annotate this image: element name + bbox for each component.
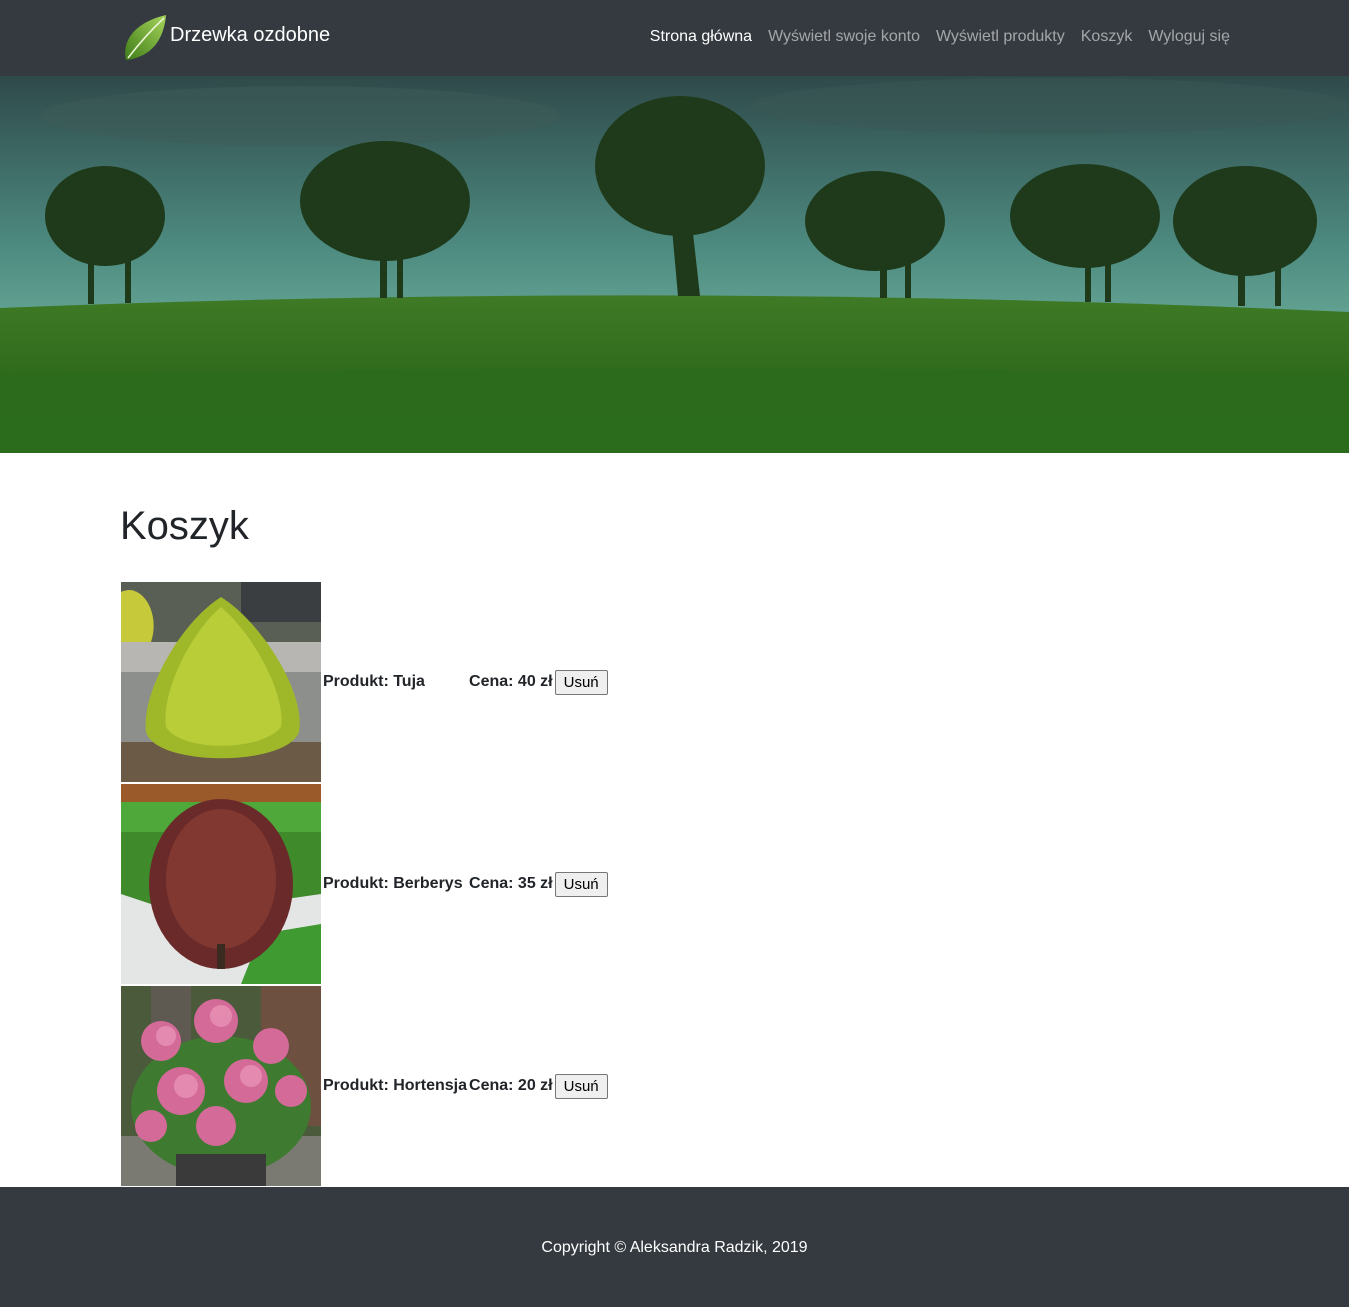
cart-item-name: Produkt: Hortensja [323,1077,468,1094]
leaf-logo-icon [125,15,166,60]
nav-link-account[interactable]: Wyświetl swoje konto [768,28,920,46]
cart-item-name: Produkt: Berberys [323,875,463,892]
brand-link[interactable]: Drzewka ozdobne [120,12,330,64]
barberry-product-image [121,784,321,984]
cart-item-price: Cena: 40 zł [469,673,553,690]
remove-item-button[interactable]: Usuń [554,871,608,897]
hydrangea-product-image [121,986,321,1186]
thuja-product-image [121,582,321,782]
nav-link-home[interactable]: Strona główna [650,28,752,46]
brand-title: Drzewka ozdobne [170,23,331,46]
footer-copyright: Copyright © Aleksandra Radzik, 2019 [541,1239,808,1256]
cart-row: Produkt: Berberys Cena: 35 zł Usuń [121,784,608,984]
footer: Copyright © Aleksandra Radzik, 2019 [0,1187,1349,1307]
cart-item-image-cell [121,784,321,984]
cart-row: Produkt: Tuja Cena: 40 zł Usuń [121,582,608,782]
cart-row: Produkt: Hortensja Cena: 20 zł Usuń [121,986,608,1186]
nav-link-cart[interactable]: Koszyk [1081,28,1133,46]
remove-item-button[interactable]: Usuń [554,1073,608,1099]
cart-table: Produkt: Tuja Cena: 40 zł Usuń Produkt: … [119,580,610,1188]
hero-landscape-image [0,76,1349,453]
nav-link-products[interactable]: Wyświetl produkty [936,28,1065,46]
cart-item-price: Cena: 20 zł [469,1077,553,1094]
cart-item-name: Produkt: Tuja [323,673,425,690]
cart-item-image-cell [121,582,321,782]
cart-item-image-cell [121,986,321,1186]
remove-item-button[interactable]: Usuń [554,669,608,695]
main-nav: Strona główna Wyświetl swoje konto Wyświ… [634,28,1230,46]
page-title: Koszyk [120,504,249,548]
cart-item-price: Cena: 35 zł [469,875,553,892]
hero-banner [0,76,1349,453]
navbar: Drzewka ozdobne Strona główna Wyświetl s… [0,0,1349,76]
nav-link-logout[interactable]: Wyloguj się [1148,28,1230,46]
